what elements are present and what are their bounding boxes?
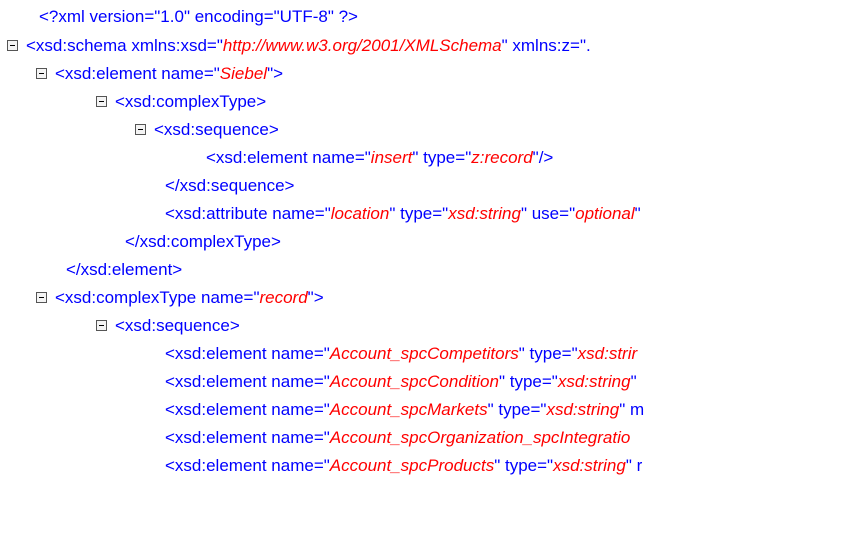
tag-text: <xsd:complexType name=" (55, 288, 260, 307)
tag-text: <xsd:element name=" (165, 344, 330, 363)
element-organization-text: <xsd:element name="Account_spcOrganizati… (165, 424, 630, 452)
xml-declaration: <?xml version="1.0" encoding="UTF-8" ?> (39, 7, 358, 26)
tag-text: "> (267, 64, 284, 83)
attribute-value: Account_spcMarkets (329, 400, 488, 419)
tag-text: <xsd:element name=" (165, 428, 330, 447)
tag-text: " r (625, 456, 643, 475)
attribute-value: xsd:string (448, 204, 521, 223)
collapse-toggle-icon[interactable] (96, 320, 107, 331)
tag-text: " type=" (494, 456, 554, 475)
tag-text: "/> (532, 148, 554, 167)
tag-text: <xsd:element name=" (55, 64, 220, 83)
attribute-value: Account_spcProducts (329, 456, 495, 475)
element-close-text: </xsd:element> (66, 260, 183, 279)
collapse-toggle-icon[interactable] (36, 292, 47, 303)
attribute-value: location (330, 204, 390, 223)
attribute-value: optional (575, 204, 635, 223)
sequence-close-text: </xsd:sequence> (165, 176, 295, 195)
attribute-value: z:record (471, 148, 533, 167)
tag-text: " type=" (412, 148, 472, 167)
element-products-text: <xsd:element name="Account_spcProducts" … (165, 452, 642, 480)
attribute-value: Account_spcCompetitors (329, 344, 519, 363)
complextype-record-text: <xsd:complexType name="record"> (55, 284, 324, 312)
attribute-value: Siebel (219, 64, 268, 83)
tag-text: " (634, 204, 641, 223)
tag-text: <xsd:schema xmlns:xsd=" (26, 36, 223, 55)
attribute-value: record (259, 288, 308, 307)
tag-text: " type=" (487, 400, 547, 419)
element-siebel-text: <xsd:element name="Siebel"> (55, 60, 283, 88)
element-markets-text: <xsd:element name="Account_spcMarkets" t… (165, 396, 644, 424)
attribute-value: xsd:string (557, 372, 631, 391)
sequence-open-2-text: <xsd:sequence> (115, 316, 240, 335)
tag-text: " xmlns:z=". (501, 36, 591, 55)
attribute-location-text: <xsd:attribute name="location" type="xsd… (165, 200, 641, 228)
tag-text: <xsd:element name=" (165, 372, 330, 391)
schema-open-text: <xsd:schema xmlns:xsd="http://www.w3.org… (26, 32, 591, 60)
sequence-open-text: <xsd:sequence> (154, 120, 279, 139)
element-competitors-text: <xsd:element name="Account_spcCompetitor… (165, 340, 637, 368)
collapse-toggle-icon[interactable] (135, 124, 146, 135)
tag-text: <xsd:element name=" (165, 400, 330, 419)
tag-text: " use=" (520, 204, 576, 223)
tag-text: " type=" (518, 344, 578, 363)
attribute-value: insert (370, 148, 413, 167)
attribute-value: http://www.w3.org/2001/XMLSchema (222, 36, 502, 55)
attribute-value: Account_spcOrganization_spcIntegratio (329, 428, 631, 447)
attribute-value: xsd:string (553, 456, 626, 475)
collapse-toggle-icon[interactable] (96, 96, 107, 107)
attribute-value: xsd:string (546, 400, 620, 419)
tag-text: <xsd:element name=" (206, 148, 371, 167)
complextype-close-text: </xsd:complexType> (125, 232, 281, 251)
tag-text: <xsd:element name=" (165, 456, 330, 475)
attribute-value: Account_spcCondition (329, 372, 499, 391)
attribute-value: xsd:strir (577, 344, 638, 363)
xml-tree-viewer: <?xml version="1.0" encoding="UTF-8" ?> … (0, 0, 851, 546)
tag-text: <xsd:attribute name=" (165, 204, 331, 223)
tag-text: " (630, 372, 637, 391)
tag-text: "> (307, 288, 324, 307)
collapse-toggle-icon[interactable] (36, 68, 47, 79)
element-insert-text: <xsd:element name="insert" type="z:recor… (206, 144, 553, 172)
tag-text: " type=" (498, 372, 558, 391)
element-condition-text: <xsd:element name="Account_spcCondition"… (165, 368, 637, 396)
tag-text: " type=" (389, 204, 449, 223)
tag-text: " m (619, 400, 645, 419)
complextype-open-text: <xsd:complexType> (115, 92, 267, 111)
collapse-toggle-icon[interactable] (7, 40, 18, 51)
